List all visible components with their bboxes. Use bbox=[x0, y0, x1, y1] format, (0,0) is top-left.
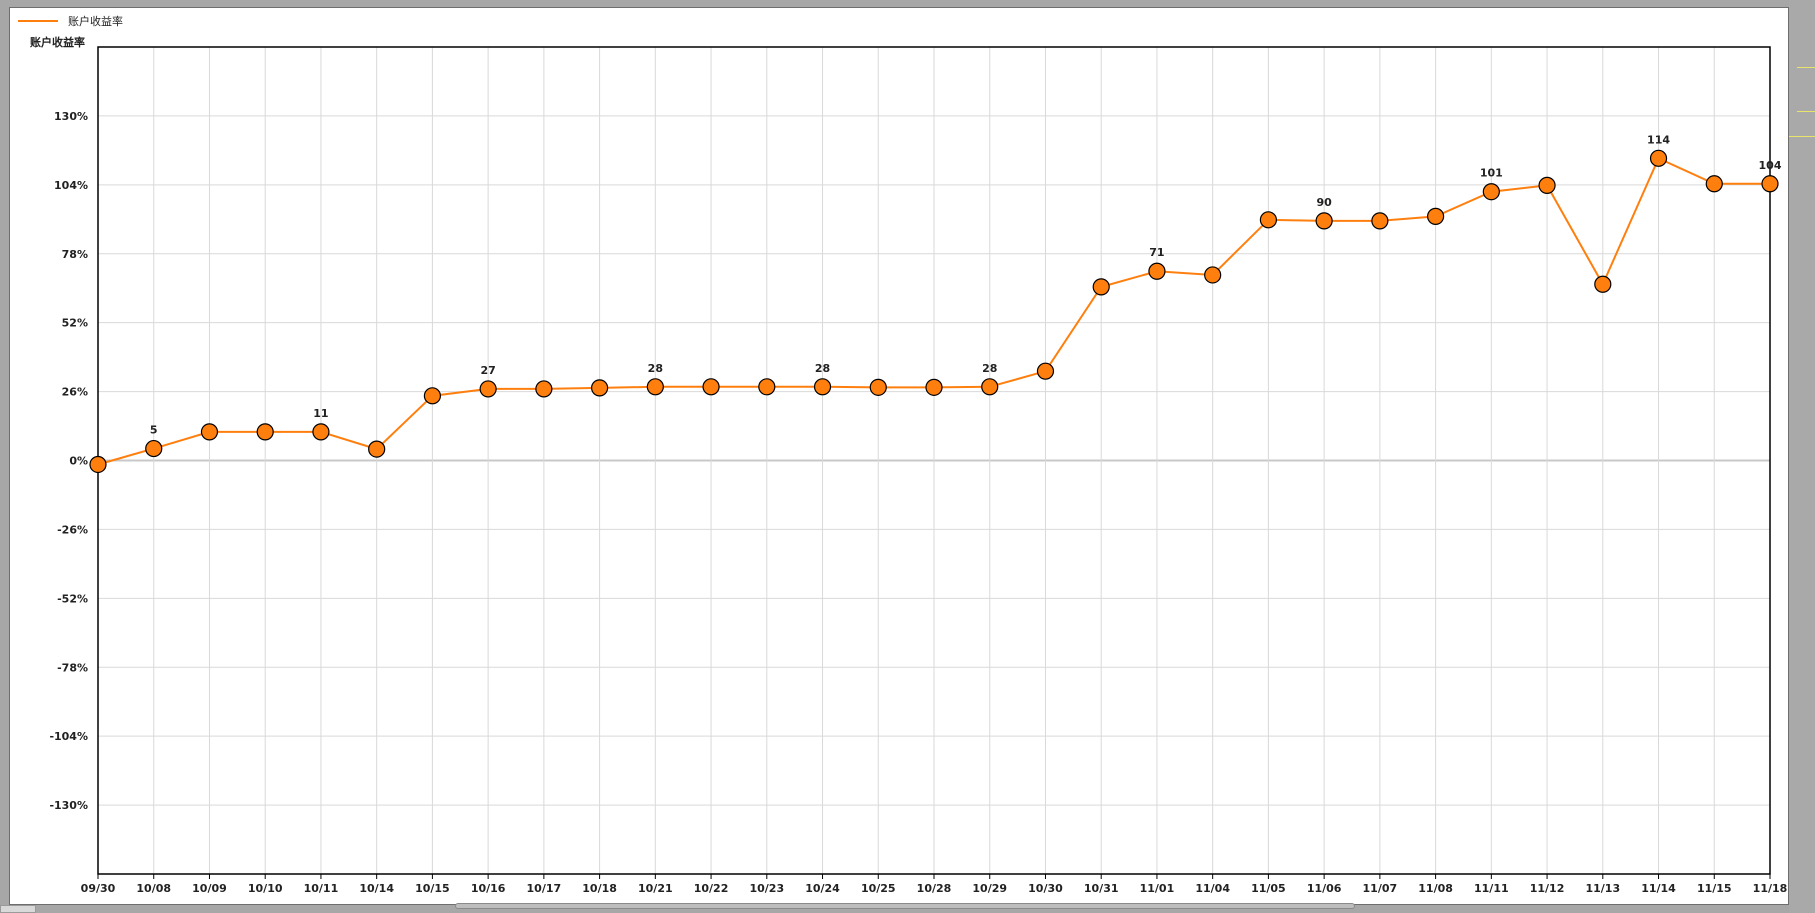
x-tick-label: 10/11 bbox=[304, 882, 339, 895]
data-point bbox=[1204, 266, 1222, 284]
x-tick-label: 10/30 bbox=[1028, 882, 1063, 895]
data-point bbox=[1148, 262, 1166, 280]
x-tick-label: 10/31 bbox=[1084, 882, 1119, 895]
data-label: 28 bbox=[648, 362, 663, 375]
y-axis-ticks: -130% -104% -78% -52% -26% 0% 26% 52% 78% 104% 130… bbox=[49, 110, 88, 812]
x-tick-label: 11/05 bbox=[1251, 882, 1286, 895]
data-point bbox=[1705, 175, 1723, 193]
x-tick-label: 11/12 bbox=[1530, 882, 1565, 895]
x-tick-label: 09/30 bbox=[81, 882, 116, 895]
data-point bbox=[1259, 211, 1278, 229]
data-point bbox=[813, 378, 832, 396]
data-point bbox=[368, 440, 386, 458]
data-point bbox=[869, 378, 887, 396]
data-point bbox=[145, 439, 163, 458]
data-point bbox=[256, 423, 274, 441]
data-point bbox=[1538, 176, 1556, 194]
x-tick-label: 10/10 bbox=[248, 882, 283, 895]
data-point bbox=[1426, 207, 1445, 225]
x-tick-label: 10/28 bbox=[917, 882, 952, 895]
legend: 账户收益率 bbox=[18, 14, 123, 28]
x-tick-label: 10/09 bbox=[192, 882, 227, 895]
data-point bbox=[1315, 212, 1333, 230]
data-point bbox=[981, 378, 999, 396]
y-tick-label: -130% bbox=[49, 799, 88, 812]
x-tick-label: 10/08 bbox=[136, 882, 171, 895]
y-tick-label: -52% bbox=[57, 592, 88, 605]
line-chart: 账户收益率 账户收益率 -130% -104% -78% -52% -26% 0% 26% 5… bbox=[18, 14, 1788, 895]
grid bbox=[97, 47, 1771, 874]
data-point bbox=[1092, 278, 1110, 296]
y-tick-label: -78% bbox=[57, 661, 88, 674]
data-point bbox=[1036, 362, 1055, 380]
x-tick-label: 10/21 bbox=[638, 882, 673, 895]
x-tick-label: 10/24 bbox=[805, 882, 840, 895]
data-point bbox=[1371, 212, 1389, 230]
data-label: 90 bbox=[1316, 196, 1332, 209]
data-point bbox=[590, 379, 609, 397]
y-tick-label: -26% bbox=[57, 523, 88, 536]
data-point bbox=[89, 455, 107, 474]
x-tick-label: 10/18 bbox=[582, 882, 617, 895]
data-point bbox=[925, 378, 943, 396]
y-tick-label: 78% bbox=[62, 248, 88, 261]
y-tick-label: 26% bbox=[62, 386, 88, 399]
x-tick-label: 10/17 bbox=[527, 882, 562, 895]
data-label: 5 bbox=[150, 424, 158, 437]
y-tick-label: 52% bbox=[62, 317, 88, 330]
x-tick-label: 10/15 bbox=[415, 882, 450, 895]
data-label: 28 bbox=[982, 362, 997, 375]
data-label: 71 bbox=[1149, 246, 1164, 259]
data-point bbox=[1761, 175, 1779, 193]
x-tick-label: 10/29 bbox=[972, 882, 1007, 895]
legend-label: 账户收益率 bbox=[68, 14, 123, 28]
chart-window: 账户收益率 账户收益率 -130% -104% -78% -52% -26% 0% 26% 5… bbox=[0, 0, 1815, 913]
data-point bbox=[535, 380, 553, 398]
x-tick-label: 10/23 bbox=[749, 882, 784, 895]
y-tick-label: -104% bbox=[49, 730, 88, 743]
x-tick-label: 11/07 bbox=[1363, 882, 1398, 895]
data-point bbox=[646, 378, 664, 396]
x-tick-label: 10/25 bbox=[861, 882, 896, 895]
data-point bbox=[1649, 149, 1668, 167]
data-point bbox=[479, 380, 497, 398]
x-tick-label: 11/14 bbox=[1641, 882, 1676, 895]
data-label: 27 bbox=[480, 364, 495, 377]
y-tick-label: 130% bbox=[54, 110, 88, 123]
data-label: 104 bbox=[1759, 159, 1782, 172]
y-axis-title: 账户收益率 bbox=[30, 35, 85, 49]
x-tick-label: 11/18 bbox=[1753, 882, 1788, 895]
y-tick-label: 0% bbox=[69, 455, 88, 468]
data-label: 114 bbox=[1647, 133, 1670, 146]
x-tick-label: 11/13 bbox=[1585, 882, 1620, 895]
data-point bbox=[1594, 275, 1612, 293]
x-tick-label: 11/15 bbox=[1697, 882, 1732, 895]
x-tick-label: 11/01 bbox=[1140, 882, 1175, 895]
x-tick-label: 11/08 bbox=[1418, 882, 1453, 895]
data-point bbox=[423, 387, 441, 405]
data-label: 101 bbox=[1480, 167, 1503, 180]
x-axis-ticks: 09/30 10/08 10/09 10/10 10/11 10/14 10/15 10/16… bbox=[81, 874, 1788, 895]
x-tick-label: 10/16 bbox=[471, 882, 506, 895]
data-label: 11 bbox=[313, 407, 328, 420]
x-tick-label: 11/11 bbox=[1474, 882, 1509, 895]
data-point bbox=[1482, 183, 1500, 201]
data-point bbox=[312, 423, 330, 441]
data-point bbox=[758, 378, 776, 396]
data-label: 28 bbox=[815, 362, 830, 375]
x-tick-label: 11/06 bbox=[1307, 882, 1342, 895]
x-tick-label: 11/04 bbox=[1195, 882, 1230, 895]
x-tick-label: 10/14 bbox=[359, 882, 394, 895]
data-point bbox=[200, 423, 219, 441]
x-tick-label: 10/22 bbox=[694, 882, 729, 895]
data-point bbox=[702, 378, 720, 396]
y-tick-label: 104% bbox=[54, 179, 88, 192]
